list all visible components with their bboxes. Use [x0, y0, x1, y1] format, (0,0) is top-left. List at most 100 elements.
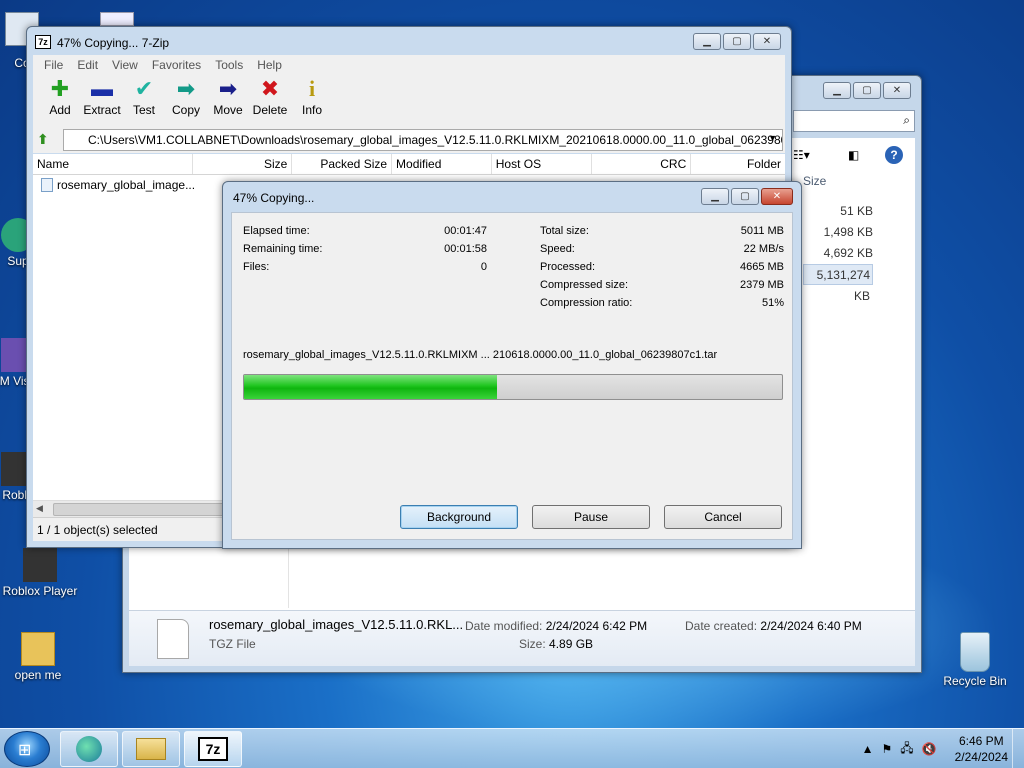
desktop-icon-roblox-player[interactable]: Roblox Player: [0, 548, 80, 598]
search-icon: ⌕: [903, 113, 910, 127]
info-icon: i: [308, 76, 316, 101]
view-options-icon[interactable]: ☷▾: [793, 148, 810, 162]
sevenzip-taskbar-icon: 7z: [198, 737, 228, 761]
help-icon[interactable]: ?: [885, 146, 903, 164]
extract-button[interactable]: ▬ Extract: [81, 75, 123, 127]
desktop-icon-recycle-bin[interactable]: Recycle Bin: [935, 632, 1015, 688]
clock-time: 6:46 PM: [958, 734, 1004, 748]
progress-fill: [244, 375, 497, 399]
file-icon: [41, 178, 53, 192]
show-desktop-button[interactable]: [1012, 729, 1024, 768]
delete-x-icon: ✖: [260, 76, 280, 101]
delete-button[interactable]: ✖ Delete: [249, 75, 291, 127]
dialog-title: 47% Copying...: [233, 191, 315, 205]
column-headers: Name Size Packed Size Modified Host OS C…: [33, 154, 785, 175]
scroll-left-icon[interactable]: ◀: [36, 503, 43, 514]
progress-dialog[interactable]: 47% Copying... ▁ ▢ ✕ Elapsed time: 00:01…: [222, 181, 802, 549]
taskbar-7zip[interactable]: 7z: [184, 731, 242, 767]
details-date-created: Date created: 2/24/2024 6:40 PM: [685, 619, 862, 633]
sevenzip-titlebar[interactable]: 7z 47% Copying... 7-Zip ▁ ▢ ✕: [27, 27, 791, 57]
toolbar: ✚ Add ▬ Extract ✔ Test ➡ Copy ➡ Move ✖ D…: [33, 75, 785, 127]
size-cell-selected[interactable]: 5,131,274 KB: [803, 264, 873, 303]
clock-date: 2/24/2024: [954, 750, 1008, 764]
menu-edit[interactable]: Edit: [70, 55, 105, 75]
copy-button[interactable]: ➡ Copy: [165, 75, 207, 127]
folder-icon: [136, 738, 166, 760]
maximize-icon[interactable]: ▢: [723, 33, 751, 50]
menu-view[interactable]: View: [105, 55, 145, 75]
taskbar-edge[interactable]: [60, 731, 118, 767]
column-crc[interactable]: CRC: [592, 154, 692, 174]
size-column: 51 KB 1,498 KB 4,692 KB 5,131,274 KB: [803, 201, 873, 303]
move-button[interactable]: ➡ Move: [207, 75, 249, 127]
folder-shield-icon: [21, 632, 55, 666]
cancel-button[interactable]: Cancel: [664, 505, 782, 529]
system-tray: ▲ ⚑ 🖧 🔇 6:46 PM 2/24/2024: [862, 733, 1008, 765]
close-icon[interactable]: ✕: [761, 188, 793, 205]
close-icon[interactable]: ✕: [753, 33, 781, 50]
pause-button[interactable]: Pause: [532, 505, 650, 529]
close-icon[interactable]: ✕: [883, 82, 911, 99]
search-input[interactable]: ⌕: [793, 110, 915, 132]
action-center-flag-icon[interactable]: ⚑: [882, 742, 893, 756]
network-icon[interactable]: 🖧: [900, 739, 913, 760]
show-hidden-icons-icon[interactable]: ▲: [862, 742, 874, 756]
up-folder-icon[interactable]: ⬆: [37, 131, 55, 149]
minimize-icon[interactable]: ▁: [701, 188, 729, 205]
document-icon[interactable]: [100, 12, 134, 26]
copy-arrow-icon: ➡: [176, 76, 196, 101]
column-header-size[interactable]: Size: [803, 174, 826, 188]
recycle-bin-icon: [960, 632, 990, 672]
menu-help[interactable]: Help: [250, 55, 289, 75]
clock[interactable]: 6:46 PM 2/24/2024: [955, 733, 1008, 765]
menu-tools[interactable]: Tools: [208, 55, 250, 75]
sevenzip-app-icon: 7z: [35, 35, 51, 49]
menu-bar: File Edit View Favorites Tools Help: [33, 55, 785, 75]
info-button[interactable]: i Info: [291, 75, 333, 127]
column-packed-size[interactable]: Packed Size: [292, 154, 393, 174]
desktop-icon-open-me[interactable]: open me: [0, 632, 78, 682]
maximize-icon[interactable]: ▢: [731, 188, 759, 205]
check-icon: ✔: [134, 76, 154, 101]
size-cell: 4,692 KB: [823, 246, 873, 260]
volume-muted-icon[interactable]: 🔇: [922, 742, 937, 756]
minimize-icon[interactable]: ▁: [693, 33, 721, 50]
address-dropdown-icon[interactable]: ▼: [768, 133, 777, 143]
background-button[interactable]: Background: [400, 505, 518, 529]
start-button[interactable]: ⊞: [4, 731, 50, 767]
progress-bar: [243, 374, 783, 400]
menu-file[interactable]: File: [37, 55, 70, 75]
roblox-player-icon: [23, 548, 57, 582]
column-folder[interactable]: Folder: [691, 154, 785, 174]
details-file-name: rosemary_global_images_V12.5.11.0.RKL...: [209, 617, 464, 632]
window-title: 47% Copying... 7-Zip: [57, 36, 170, 50]
menu-favorites[interactable]: Favorites: [145, 55, 208, 75]
preview-pane-icon[interactable]: ◧: [848, 148, 859, 162]
plus-icon: ✚: [50, 76, 70, 101]
size-cell: 51 KB: [840, 204, 873, 218]
details-pane: rosemary_global_images_V12.5.11.0.RKL...…: [129, 610, 915, 666]
edge-icon: [76, 736, 102, 762]
taskbar-explorer[interactable]: [122, 731, 180, 767]
details-file-type: TGZ File: [209, 637, 256, 651]
current-file: rosemary_global_images_V12.5.11.0.RKLMIX…: [243, 349, 718, 361]
column-name[interactable]: Name: [33, 154, 193, 174]
minus-icon: ▬: [91, 76, 113, 101]
file-icon: [157, 619, 189, 659]
address-bar: ⬆ C:\Users\VM1.COLLABNET\Downloads\rosem…: [33, 127, 785, 153]
details-date-modified: Date modified: 2/24/2024 6:42 PM: [465, 619, 648, 633]
explorer-view-toolbar: ☷▾ ◧ ?: [793, 146, 923, 170]
column-host-os[interactable]: Host OS: [492, 154, 592, 174]
maximize-icon[interactable]: ▢: [853, 82, 881, 99]
list-item-name: rosemary_global_image...: [57, 178, 196, 192]
progress-titlebar[interactable]: 47% Copying... ▁ ▢ ✕: [223, 182, 801, 212]
column-modified[interactable]: Modified: [392, 154, 492, 174]
add-button[interactable]: ✚ Add: [39, 75, 81, 127]
address-field[interactable]: C:\Users\VM1.COLLABNET\Downloads\rosemar…: [63, 129, 783, 151]
details-size: Size: 4.89 GB: [519, 637, 594, 651]
windows-logo-icon: ⊞: [18, 742, 32, 759]
minimize-icon[interactable]: ▁: [823, 82, 851, 99]
move-arrow-icon: ➡: [218, 76, 238, 101]
column-size[interactable]: Size: [193, 154, 293, 174]
test-button[interactable]: ✔ Test: [123, 75, 165, 127]
